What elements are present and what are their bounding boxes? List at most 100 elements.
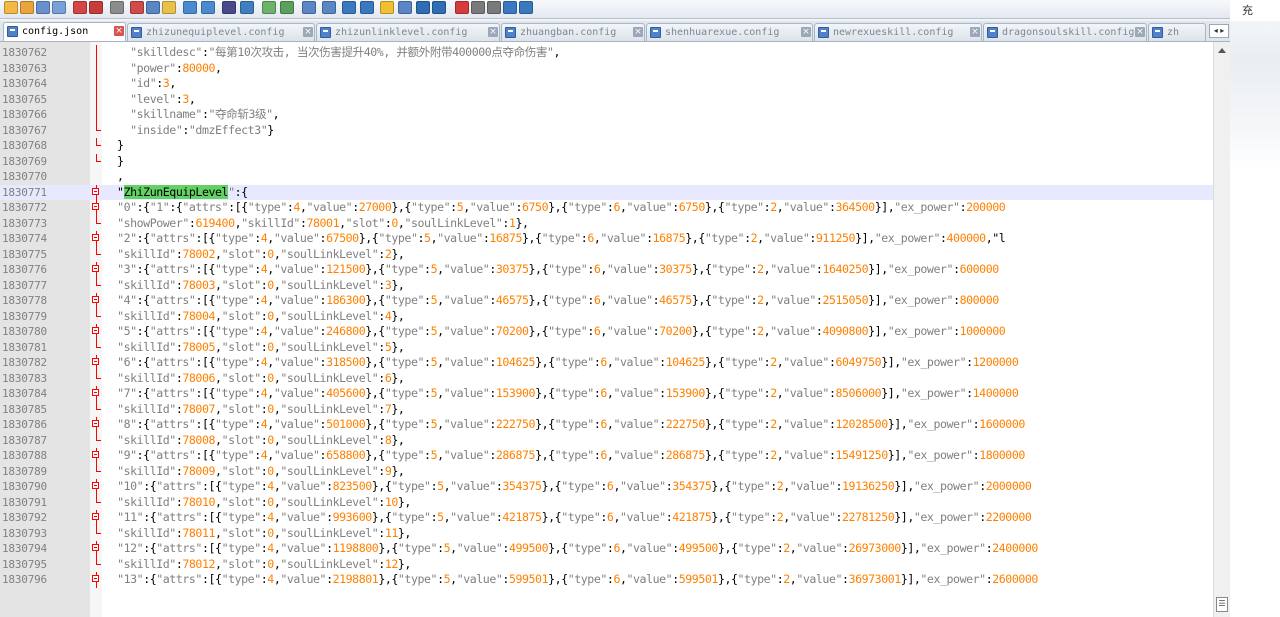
code-text[interactable]: } [104,138,124,153]
tab-2[interactable]: zhizunequiplevel.config × [127,23,315,41]
fold-marker[interactable] [92,386,102,402]
code-text[interactable]: } [104,154,124,169]
code-text[interactable]: "4":{"attrs":[{"type":4,"value":186300},… [104,293,999,308]
code-line[interactable]: 1830766 "skillname":"夺命斩3级", [0,107,1213,123]
vertical-scrollbar[interactable]: ☰ [1213,42,1230,617]
code-line[interactable]: 1830776 "3":{"attrs":[{"type":4,"value":… [0,262,1213,278]
code-line[interactable]: 1830784 "7":{"attrs":[{"type":4,"value":… [0,386,1213,402]
code-line[interactable]: 1830767 "inside":"dmzEffect3"} [0,122,1213,139]
word-wrap-icon[interactable] [342,1,356,14]
code-text[interactable]: "skillId":78008,"slot":0,"soulLinkLevel"… [104,433,405,448]
code-text[interactable]: "showPower":619400,"skillId":78001,"slot… [104,216,529,231]
code-line[interactable]: 1830780 "5":{"attrs":[{"type":4,"value":… [0,324,1213,340]
code-text[interactable]: "skillId":78009,"slot":0,"soulLinkLevel"… [104,464,405,479]
code-line[interactable]: 1830787 "skillId":78008,"slot":0,"soulLi… [0,432,1213,449]
code-text[interactable]: "level":3, [104,92,196,107]
code-text[interactable]: "7":{"attrs":[{"type":4,"value":405600},… [104,386,1019,401]
save-macro-icon[interactable] [519,1,533,14]
fold-toggle-icon[interactable] [92,420,99,427]
indent-guide-icon[interactable] [380,1,394,14]
code-text[interactable]: "13":{"attrs":[{"type":4,"value":2198801… [104,572,1038,587]
tab-4[interactable]: zhuangban.config × [501,23,645,41]
code-text[interactable]: "3":{"attrs":[{"type":4,"value":121500},… [104,262,999,277]
code-text[interactable]: "skillId":78011,"slot":0,"soulLinkLevel"… [104,526,411,541]
code-line[interactable]: 1830777 "skillId":78003,"slot":0,"soulLi… [0,277,1213,294]
fold-toggle-icon[interactable] [92,265,99,272]
run-macro-multiple-icon[interactable] [503,1,517,14]
code-text[interactable]: "skillId":78006,"slot":0,"soulLinkLevel"… [104,371,405,386]
code-text[interactable]: "11":{"attrs":[{"type":4,"value":993600}… [104,510,1032,525]
code-text[interactable]: "ZhiZunEquipLevel":{ [104,184,248,200]
tab-7[interactable]: dragonsoulskill.config × [983,23,1147,41]
fold-toggle-icon[interactable] [92,482,99,489]
fold-marker[interactable] [92,324,102,340]
code-text[interactable]: "10":{"attrs":[{"type":4,"value":823500}… [104,479,1032,494]
fold-marker[interactable] [92,200,102,216]
play-macro-icon[interactable] [487,1,501,14]
code-text[interactable]: "skillId":78002,"slot":0,"soulLinkLevel"… [104,247,405,262]
code-text[interactable]: "12":{"attrs":[{"type":4,"value":1198800… [104,541,1038,556]
close-tab-icon[interactable]: × [970,27,980,37]
fold-marker[interactable] [92,541,102,557]
new-file-icon[interactable] [4,1,18,14]
fold-toggle-icon[interactable] [92,575,99,582]
code-text[interactable]: "skillId":78004,"slot":0,"soulLinkLevel"… [104,309,405,324]
code-line[interactable]: 1830781 "skillId":78005,"slot":0,"soulLi… [0,339,1213,356]
close-icon[interactable] [73,1,87,14]
code-text[interactable]: "0":{"1":{"attrs":[{"type":4,"value":270… [104,200,1006,215]
code-line[interactable]: 1830793 "skillId":78011,"slot":0,"soulLi… [0,525,1213,542]
code-line[interactable]: 1830775 "skillId":78002,"slot":0,"soulLi… [0,246,1213,263]
fold-marker[interactable] [92,448,102,464]
code-line[interactable]: 1830783 "skillId":78006,"slot":0,"soulLi… [0,370,1213,387]
code-line[interactable]: 1830771 "ZhiZunEquipLevel":{ [0,184,1213,201]
code-text[interactable]: "skillname":"夺命斩3级", [104,107,279,122]
fold-toggle-icon[interactable] [92,296,99,303]
fold-marker[interactable] [92,572,102,588]
editor[interactable]: 1830762 "skilldesc":"每第10次攻击, 当次伤害提升40%,… [0,42,1230,617]
code-line[interactable]: 1830778 "4":{"attrs":[{"type":4,"value":… [0,293,1213,309]
tab-1[interactable]: config.json × [3,22,126,41]
fold-toggle-icon[interactable] [92,187,99,195]
fold-toggle-icon[interactable] [92,389,99,396]
tab-3[interactable]: zhizunlinklevel.config × [316,23,500,41]
find-icon[interactable] [222,1,236,14]
fold-marker[interactable] [92,510,102,526]
fold-toggle-icon[interactable] [92,234,99,241]
code-text[interactable]: "8":{"attrs":[{"type":4,"value":501000},… [104,417,1025,432]
stop-macro-icon[interactable] [471,1,485,14]
save-icon[interactable] [36,1,50,14]
code-line[interactable]: 1830770 , [0,169,1213,185]
save-all-icon[interactable] [52,1,66,14]
code-text[interactable]: "skilldesc":"每第10次攻击, 当次伤害提升40%, 并额外附带40… [104,45,560,60]
fold-marker[interactable] [92,231,102,247]
code-line[interactable]: 1830791 "skillId":78010,"slot":0,"soulLi… [0,494,1213,511]
fold-marker[interactable] [92,293,102,309]
code-line[interactable]: 1830768 } [0,138,1213,154]
zoom-in-icon[interactable] [262,1,276,14]
function-list-icon[interactable] [432,1,446,14]
code-text[interactable]: "skillId":78012,"slot":0,"soulLinkLevel"… [104,557,411,572]
code-line[interactable]: 1830772 "0":{"1":{"attrs":[{"type":4,"va… [0,200,1213,216]
open-file-icon[interactable] [20,1,34,14]
code-text[interactable]: "power":80000, [104,61,222,76]
code-text[interactable]: "9":{"attrs":[{"type":4,"value":658800},… [104,448,1025,463]
tab-scroll-arrows[interactable]: ◂ ▸ [1209,24,1229,38]
code-text[interactable]: "skillId":78005,"slot":0,"soulLinkLevel"… [104,340,405,355]
close-tab-icon[interactable]: × [1135,27,1145,37]
code-line[interactable]: 1830790 "10":{"attrs":[{"type":4,"value"… [0,479,1213,495]
code-text[interactable]: "2":{"attrs":[{"type":4,"value":67500},{… [104,231,1006,246]
show-all-chars-icon[interactable] [360,1,374,14]
code-line[interactable]: 1830764 "id":3, [0,76,1213,92]
code-line[interactable]: 1830785 "skillId":78007,"slot":0,"soulLi… [0,401,1213,418]
code-line[interactable]: 1830762 "skilldesc":"每第10次攻击, 当次伤害提升40%,… [0,45,1213,61]
cut-icon[interactable] [130,1,144,14]
scroll-up-arrow-icon[interactable] [1218,48,1226,53]
code-line[interactable]: 1830765 "level":3, [0,91,1213,107]
print-icon[interactable] [110,1,124,14]
close-tab-icon[interactable]: × [114,26,124,36]
code-line[interactable]: 1830782 "6":{"attrs":[{"type":4,"value":… [0,355,1213,371]
fold-marker[interactable] [92,417,102,433]
scroll-thumb[interactable]: ☰ [1216,597,1228,612]
close-tab-icon[interactable]: × [801,27,811,37]
undo-icon[interactable] [183,1,197,14]
